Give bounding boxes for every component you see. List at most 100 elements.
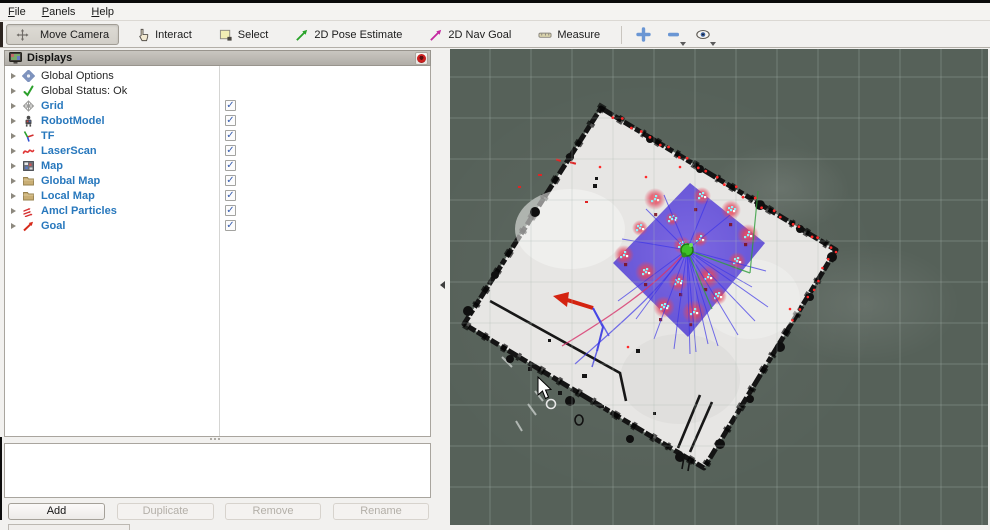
folder-icon <box>22 190 35 202</box>
select-box-icon <box>219 29 232 41</box>
displays-panel-header[interactable]: Displays <box>4 50 431 66</box>
display-label: RobotModel <box>41 114 105 127</box>
measure-icon <box>538 32 552 38</box>
expander-icon[interactable] <box>11 132 16 139</box>
menu-file[interactable]: File <box>8 6 26 18</box>
dropdown-caret-icon <box>710 42 717 46</box>
interact-tool-button[interactable]: Interact <box>126 24 202 45</box>
interact-hand-icon <box>139 28 149 41</box>
menu-help[interactable]: Help <box>91 6 114 18</box>
display-row-grid[interactable]: Grid ✓ <box>5 98 430 113</box>
menu-panels[interactable]: Panels <box>42 6 76 18</box>
laserscan-icon <box>22 145 35 157</box>
tool-label: Move Camera <box>40 28 110 41</box>
rviz-window: File Panels Help Move Camera Interact Se… <box>0 0 990 530</box>
remove-tool-button[interactable] <box>662 24 687 46</box>
displays-panel-title: Displays <box>27 52 73 64</box>
display-row-global-map[interactable]: Global Map ✓ <box>5 173 430 188</box>
display-label: LaserScan <box>41 144 97 157</box>
pose-estimate-arrow-icon <box>296 29 308 41</box>
panel-splitter-handle[interactable] <box>210 438 224 441</box>
display-row-global-status[interactable]: Global Status: Ok <box>5 83 430 98</box>
expander-icon[interactable] <box>11 147 16 154</box>
select-tool-button[interactable]: Select <box>209 24 279 45</box>
display-row-tf[interactable]: TF ✓ <box>5 128 430 143</box>
display-row-map[interactable]: Map ✓ <box>5 158 430 173</box>
gear-icon <box>22 69 35 82</box>
tool-label: Select <box>237 28 269 41</box>
measure-tool-button[interactable]: Measure <box>528 24 610 45</box>
visibility-checkbox[interactable]: ✓ <box>225 130 236 141</box>
visibility-checkbox[interactable]: ✓ <box>225 205 236 216</box>
tool-label: 2D Pose Estimate <box>314 28 403 41</box>
expander-icon[interactable] <box>11 177 16 184</box>
folder-icon <box>22 175 35 187</box>
display-label: Goal <box>41 219 66 232</box>
pose-estimate-tool-button[interactable]: 2D Pose Estimate <box>285 24 412 45</box>
visibility-checkbox[interactable]: ✓ <box>225 160 236 171</box>
expander-icon[interactable] <box>11 222 16 229</box>
visibility-checkbox[interactable]: ✓ <box>225 220 236 231</box>
grid-icon <box>22 99 35 112</box>
display-row-laserscan[interactable]: LaserScan ✓ <box>5 143 430 158</box>
expander-icon[interactable] <box>11 207 16 214</box>
expander-icon[interactable] <box>11 117 16 124</box>
display-label: Global Status: Ok <box>41 84 128 97</box>
nav-goal-tool-button[interactable]: 2D Nav Goal <box>419 24 521 45</box>
move-camera-icon <box>16 28 29 41</box>
displays-panel-icon <box>9 52 22 64</box>
tf-axes-icon <box>22 130 35 142</box>
minus-icon <box>667 32 679 37</box>
time-panel-partial <box>8 524 130 530</box>
menu-bar: File Panels Help <box>0 3 990 21</box>
tool-label: 2D Nav Goal <box>448 28 512 41</box>
dropdown-caret-icon <box>680 42 687 46</box>
display-row-global-options[interactable]: Global Options <box>5 68 430 83</box>
remove-display-button[interactable]: Remove <box>225 503 321 520</box>
display-label: Local Map <box>41 189 95 202</box>
expander-icon[interactable] <box>11 162 16 169</box>
add-tool-button[interactable] <box>632 24 654 45</box>
visibility-checkbox[interactable]: ✓ <box>225 175 236 186</box>
tool-label: Interact <box>155 28 192 41</box>
display-label: Map <box>41 159 63 172</box>
eye-icon <box>696 29 710 40</box>
displays-tree[interactable]: Global Options Global Status: Ok Grid ✓ <box>4 66 431 437</box>
display-label: Global Options <box>41 69 114 82</box>
display-row-goal[interactable]: Goal ✓ <box>5 218 430 233</box>
visibility-checkbox[interactable]: ✓ <box>225 115 236 126</box>
particles-icon <box>22 205 35 217</box>
map-icon <box>22 160 35 172</box>
window-left-edge <box>0 22 3 47</box>
add-display-button[interactable]: Add <box>8 503 105 520</box>
visibility-checkbox[interactable]: ✓ <box>225 145 236 156</box>
expander-icon[interactable] <box>11 87 16 94</box>
robot-icon <box>22 115 35 127</box>
display-row-robotmodel[interactable]: RobotModel ✓ <box>5 113 430 128</box>
selection-description-box <box>4 443 431 498</box>
panel-close-button[interactable] <box>415 52 428 65</box>
expander-icon[interactable] <box>11 192 16 199</box>
display-row-local-map[interactable]: Local Map ✓ <box>5 188 430 203</box>
display-label: Amcl Particles <box>41 204 117 217</box>
tool-label: Measure <box>557 28 601 41</box>
move-camera-tool-button[interactable]: Move Camera <box>6 24 120 45</box>
expander-icon[interactable] <box>11 102 16 109</box>
expander-icon[interactable] <box>11 72 16 79</box>
visibility-checkbox[interactable]: ✓ <box>225 190 236 201</box>
visibility-checkbox[interactable]: ✓ <box>225 100 236 111</box>
status-ok-check-icon <box>22 85 35 97</box>
3d-viewport[interactable] <box>450 49 988 525</box>
goal-arrow-icon <box>22 220 35 232</box>
rename-display-button[interactable]: Rename <box>333 503 429 520</box>
display-row-amcl-particles[interactable]: Amcl Particles ✓ <box>5 203 430 218</box>
panel-collapse-arrow[interactable] <box>440 281 445 289</box>
plus-icon <box>635 27 651 42</box>
close-icon <box>417 54 426 63</box>
display-label: Grid <box>41 99 64 112</box>
toolbar-separator <box>621 25 623 44</box>
duplicate-display-button[interactable]: Duplicate <box>117 503 214 520</box>
tool-visibility-button[interactable] <box>692 24 717 46</box>
nav-goal-arrow-icon <box>430 29 442 41</box>
display-label: Global Map <box>41 174 101 187</box>
